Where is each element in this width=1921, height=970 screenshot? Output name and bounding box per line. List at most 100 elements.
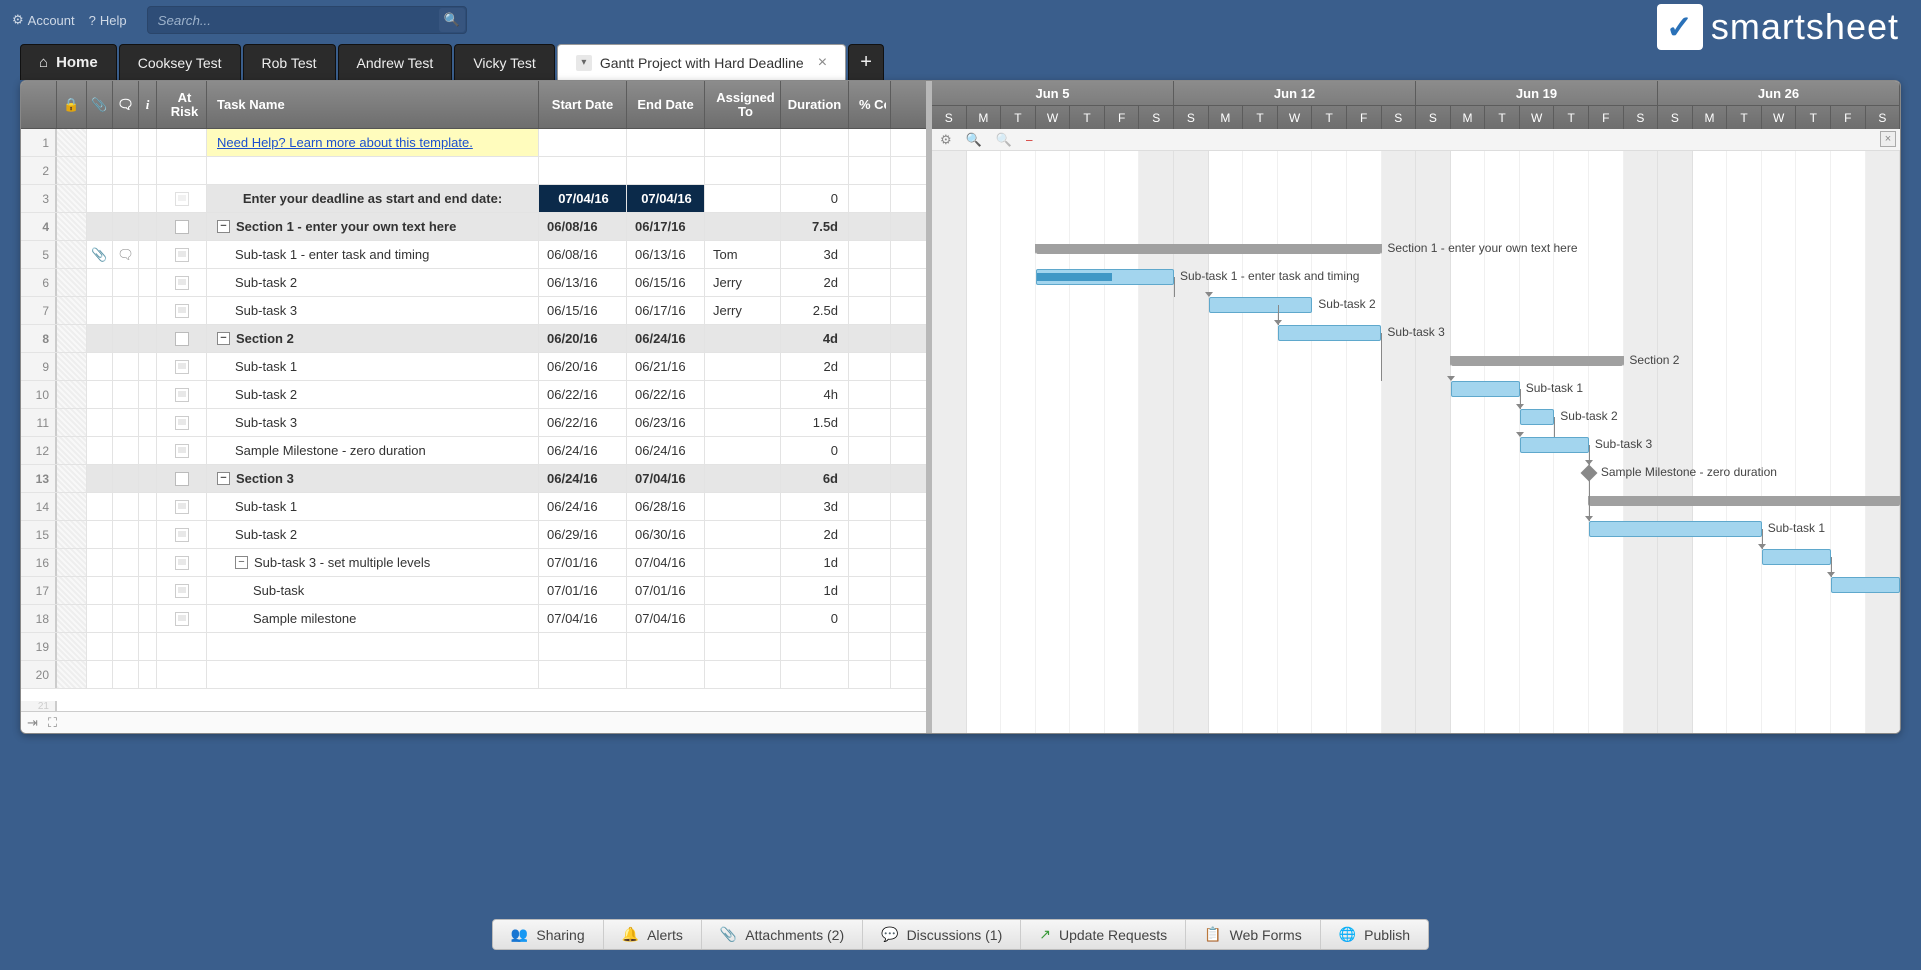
cell-attach[interactable]: 📎 <box>87 241 113 268</box>
cell-comment[interactable] <box>113 213 139 240</box>
collapse-toggle[interactable]: − <box>217 220 230 233</box>
cell-attach[interactable] <box>87 297 113 324</box>
cell-task[interactable]: Sub-task 1 - enter task and timing <box>207 241 539 268</box>
cell-end-date[interactable]: 06/22/16 <box>627 381 705 408</box>
cell-attach[interactable] <box>87 185 113 212</box>
cell-comment[interactable] <box>113 381 139 408</box>
flag-icon[interactable] <box>175 388 189 402</box>
collapse-toggle[interactable]: − <box>217 332 230 345</box>
cell-duration[interactable]: 2d <box>781 521 849 548</box>
cell-start-date[interactable]: 07/04/16 <box>539 605 627 632</box>
cell-end-date[interactable] <box>627 129 705 156</box>
flag-icon[interactable] <box>175 304 189 318</box>
flag-icon[interactable] <box>175 416 189 430</box>
tab-sheet[interactable]: Vicky Test <box>454 44 555 80</box>
grid-row[interactable]: 9Sub-task 106/20/1606/21/162d <box>21 353 926 381</box>
cell-duration[interactable]: 0 <box>781 185 849 212</box>
cell-end-date[interactable]: 06/15/16 <box>627 269 705 296</box>
tab-dropdown-icon[interactable]: ▾ <box>576 55 592 71</box>
grid-row[interactable]: 18Sample milestone07/04/1607/04/160 <box>21 605 926 633</box>
tab-add[interactable]: + <box>848 44 884 80</box>
cell-duration[interactable]: 7.5d <box>781 213 849 240</box>
cell-end-date[interactable]: 06/13/16 <box>627 241 705 268</box>
cell-attach[interactable] <box>87 493 113 520</box>
cell-comment[interactable] <box>113 325 139 352</box>
cell-start-date[interactable] <box>539 633 627 660</box>
cell-comment[interactable] <box>113 129 139 156</box>
grid-row[interactable]: 8−Section 206/20/1606/24/164d <box>21 325 926 353</box>
grid-row[interactable]: 17Sub-task07/01/1607/01/161d <box>21 577 926 605</box>
grid-row[interactable]: 5📎🗨Sub-task 1 - enter task and timing06/… <box>21 241 926 269</box>
tab-home[interactable]: ⌂ Home <box>20 44 117 80</box>
cell-task[interactable]: Enter your deadline as start and end dat… <box>207 185 539 212</box>
bottombar-button[interactable]: 📋Web Forms <box>1186 920 1321 949</box>
cell-start-date[interactable]: 06/13/16 <box>539 269 627 296</box>
cell-task[interactable]: Need Help? Learn more about this templat… <box>207 129 539 156</box>
cell-task[interactable] <box>207 633 539 660</box>
cell-attach[interactable] <box>87 465 113 492</box>
cell-pct[interactable] <box>849 521 891 548</box>
grid-row[interactable]: 3Enter your deadline as start and end da… <box>21 185 926 213</box>
section-flag-icon[interactable] <box>175 332 189 346</box>
cell-end-date[interactable]: 07/04/16 <box>627 549 705 576</box>
bottombar-button[interactable]: 💬Discussions (1) <box>863 920 1021 949</box>
cell-pct[interactable] <box>849 185 891 212</box>
col-lock[interactable]: 🔒 <box>57 81 87 128</box>
cell-assigned[interactable]: Tom <box>705 241 781 268</box>
gantt-task-bar[interactable] <box>1762 549 1831 565</box>
cell-assigned[interactable] <box>705 185 781 212</box>
grid-row[interactable]: 12Sample Milestone - zero duration06/24/… <box>21 437 926 465</box>
col-assigned[interactable]: Assigned To <box>705 81 781 128</box>
collapse-toggle[interactable]: − <box>235 556 248 569</box>
cell-pct[interactable] <box>849 241 891 268</box>
cell-risk[interactable] <box>157 605 207 632</box>
cell-end-date[interactable]: 06/17/16 <box>627 297 705 324</box>
cell-assigned[interactable] <box>705 577 781 604</box>
col-task[interactable]: Task Name <box>207 81 539 128</box>
gear-icon[interactable]: ⚙ <box>940 132 952 148</box>
grid-row[interactable]: 6Sub-task 206/13/1606/15/16Jerry2d <box>21 269 926 297</box>
gantt-section-bar[interactable] <box>1589 496 1900 506</box>
gantt-task-bar[interactable] <box>1278 325 1382 341</box>
cell-risk[interactable] <box>157 297 207 324</box>
cell-end-date[interactable]: 06/21/16 <box>627 353 705 380</box>
section-flag-icon[interactable] <box>175 220 189 234</box>
cell-pct[interactable] <box>849 213 891 240</box>
cell-comment[interactable] <box>113 549 139 576</box>
cell-start-date[interactable]: 06/24/16 <box>539 437 627 464</box>
cell-pct[interactable] <box>849 269 891 296</box>
grid-row[interactable]: 14Sub-task 106/24/1606/28/163d <box>21 493 926 521</box>
cell-assigned[interactable]: Jerry <box>705 297 781 324</box>
cell-task[interactable] <box>207 157 539 184</box>
cell-task[interactable]: Sample milestone <box>207 605 539 632</box>
cell-assigned[interactable] <box>705 213 781 240</box>
cell-duration[interactable]: 1d <box>781 549 849 576</box>
gantt-section-bar[interactable] <box>1036 244 1382 254</box>
grid-row[interactable]: 16−Sub-task 3 - set multiple levels07/01… <box>21 549 926 577</box>
cell-assigned[interactable] <box>705 521 781 548</box>
gantt-task-bar[interactable] <box>1589 521 1762 537</box>
cell-comment[interactable] <box>113 185 139 212</box>
grid-row[interactable]: 7Sub-task 306/15/1606/17/16Jerry2.5d <box>21 297 926 325</box>
cell-comment[interactable] <box>113 437 139 464</box>
cell-attach[interactable] <box>87 269 113 296</box>
cell-pct[interactable] <box>849 465 891 492</box>
cell-pct[interactable] <box>849 577 891 604</box>
flag-icon[interactable] <box>175 584 189 598</box>
cell-duration[interactable] <box>781 129 849 156</box>
cell-start-date[interactable]: 06/22/16 <box>539 409 627 436</box>
cell-pct[interactable] <box>849 297 891 324</box>
cell-assigned[interactable] <box>705 437 781 464</box>
cell-attach[interactable] <box>87 129 113 156</box>
grid-row[interactable]: 2 <box>21 157 926 185</box>
cell-assigned[interactable] <box>705 325 781 352</box>
cell-end-date[interactable]: 07/04/16 <box>627 465 705 492</box>
cell-attach[interactable] <box>87 577 113 604</box>
cell-attach[interactable] <box>87 437 113 464</box>
gantt-task-bar[interactable] <box>1451 381 1520 397</box>
cell-attach[interactable] <box>87 409 113 436</box>
cell-pct[interactable] <box>849 353 891 380</box>
cell-end-date[interactable]: 06/30/16 <box>627 521 705 548</box>
cell-risk[interactable] <box>157 157 207 184</box>
cell-assigned[interactable] <box>705 353 781 380</box>
